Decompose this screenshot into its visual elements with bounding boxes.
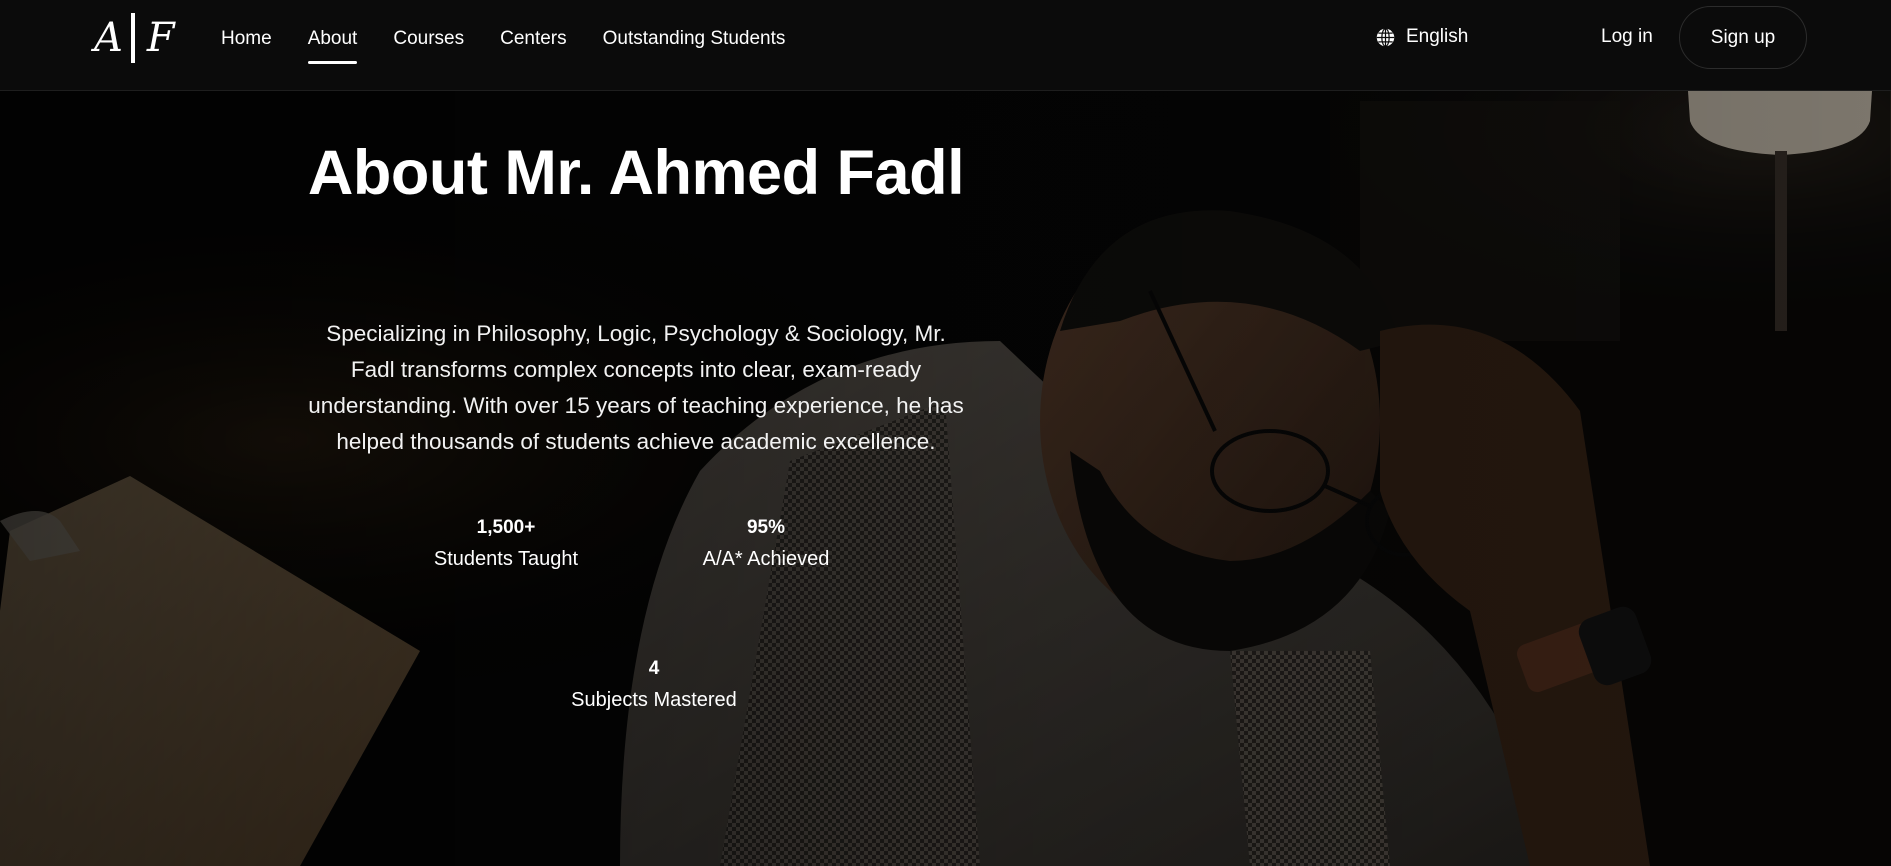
stat-students-taught: 1,500+ Students Taught [400,516,612,574]
language-label: English [1406,26,1469,47]
stat-label: Students Taught [433,548,579,570]
login-link[interactable]: Log in [1601,26,1653,48]
site-logo[interactable]: A F [94,12,194,64]
stat-label: A/A* Achieved [702,548,830,570]
stat-value: 1,500+ [476,517,536,538]
stat-value: 95% [746,517,786,538]
stat-grades-achieved: 95% A/A* Achieved [660,516,872,574]
nav-courses[interactable]: Courses [393,27,464,48]
site-header: A F Home About Courses Centers Outstandi… [0,0,1891,91]
nav-home[interactable]: Home [221,27,272,48]
signup-button[interactable]: Sign up [1679,6,1807,69]
logo-letter-a: A [94,15,123,61]
globe-icon [1376,27,1395,47]
hero-content: About Mr. Ahmed Fadl Specializing in Phi… [0,91,1891,866]
stat-value: 4 [648,658,660,679]
logo-letter-f: F [146,15,175,61]
hero-section: About Mr. Ahmed Fadl Specializing in Phi… [0,91,1891,866]
nav-about[interactable]: About [307,27,357,64]
main-nav: Home About Courses Centers Outstanding S… [221,0,821,75]
logo-divider [130,13,135,63]
hero-description: Specializing in Philosophy, Logic, Psych… [308,321,964,454]
nav-centers[interactable]: Centers [500,27,567,48]
language-selector[interactable]: English [1375,25,1468,49]
page-title: About Mr. Ahmed Fadl [307,138,965,208]
stat-label: Subjects Mastered [571,689,737,711]
nav-outstanding-students[interactable]: Outstanding Students [603,27,786,48]
stat-subjects-mastered: 4 Subjects Mastered [548,657,760,715]
